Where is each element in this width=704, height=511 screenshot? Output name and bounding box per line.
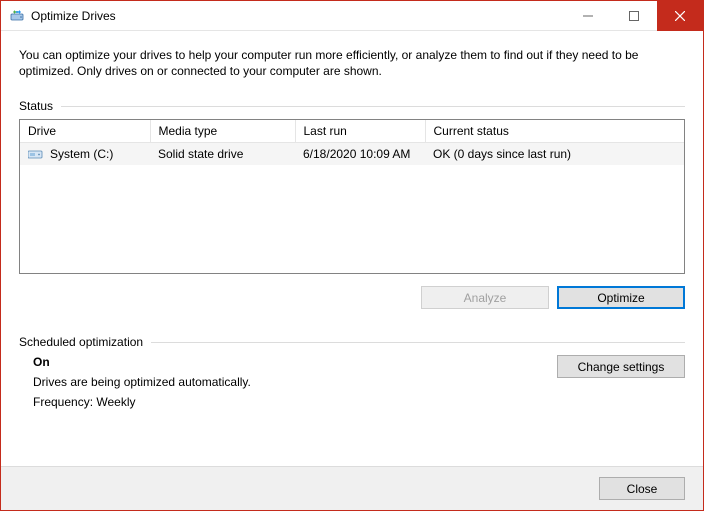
minimize-button[interactable] xyxy=(565,1,611,31)
scheduled-section-label: Scheduled optimization xyxy=(19,335,685,349)
maximize-button[interactable] xyxy=(611,1,657,31)
action-row: Analyze Optimize xyxy=(19,286,685,309)
divider xyxy=(61,106,685,107)
close-window-button[interactable] xyxy=(657,1,703,31)
scheduled-row: On Drives are being optimized automatica… xyxy=(19,355,685,409)
status-label-text: Status xyxy=(19,99,53,113)
window-title: Optimize Drives xyxy=(31,9,565,23)
drives-table[interactable]: Drive Media type Last run Current status xyxy=(20,120,684,165)
scheduled-description: Drives are being optimized automatically… xyxy=(33,375,537,389)
optimize-drives-window: Optimize Drives You can optimize your dr… xyxy=(0,0,704,511)
drive-icon xyxy=(28,148,44,160)
scheduled-info: On Drives are being optimized automatica… xyxy=(19,355,537,409)
intro-text: You can optimize your drives to help you… xyxy=(19,47,685,79)
drive-media: Solid state drive xyxy=(150,143,295,166)
analyze-button: Analyze xyxy=(421,286,549,309)
column-header-status[interactable]: Current status xyxy=(425,120,684,143)
content-area: You can optimize your drives to help you… xyxy=(1,31,703,466)
change-settings-button[interactable]: Change settings xyxy=(557,355,685,378)
drives-table-container: Drive Media type Last run Current status xyxy=(19,119,685,274)
status-section-label: Status xyxy=(19,99,685,113)
divider xyxy=(151,342,685,343)
footer: Close xyxy=(1,466,703,510)
drive-name: System (C:) xyxy=(50,147,113,161)
titlebar[interactable]: Optimize Drives xyxy=(1,1,703,31)
drive-status: OK (0 days since last run) xyxy=(425,143,684,166)
column-header-drive[interactable]: Drive xyxy=(20,120,150,143)
frequency-value: Weekly xyxy=(96,395,135,409)
optimize-button[interactable]: Optimize xyxy=(557,286,685,309)
scheduled-state: On xyxy=(33,355,537,369)
frequency-label: Frequency: xyxy=(33,395,93,409)
drive-lastrun: 6/18/2020 10:09 AM xyxy=(295,143,425,166)
column-header-lastrun[interactable]: Last run xyxy=(295,120,425,143)
close-button[interactable]: Close xyxy=(599,477,685,500)
table-row[interactable]: System (C:) Solid state drive 6/18/2020 … xyxy=(20,143,684,166)
table-header-row: Drive Media type Last run Current status xyxy=(20,120,684,143)
scheduled-frequency: Frequency: Weekly xyxy=(33,395,537,409)
app-icon xyxy=(9,8,25,24)
scheduled-label-text: Scheduled optimization xyxy=(19,335,143,349)
window-controls xyxy=(565,1,703,30)
column-header-media[interactable]: Media type xyxy=(150,120,295,143)
